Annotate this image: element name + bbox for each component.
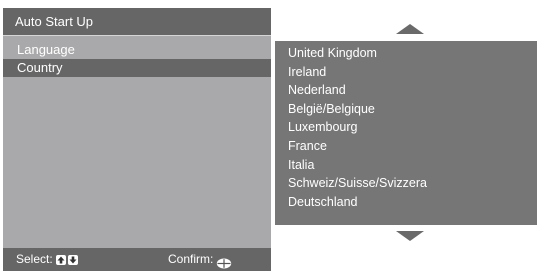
country-list: United Kingdom Ireland Nederland België/… bbox=[275, 41, 537, 225]
confirm-label: Confirm: bbox=[168, 252, 214, 266]
country-option-nederland[interactable]: Nederland bbox=[288, 81, 537, 100]
country-option-italia[interactable]: Italia bbox=[288, 156, 537, 175]
confirm-hint: Confirm: bbox=[168, 248, 232, 271]
country-option-france[interactable]: France bbox=[288, 137, 537, 156]
menu-item-language[interactable]: Language bbox=[3, 41, 271, 59]
select-label: Select: bbox=[16, 252, 53, 266]
country-option-united-kingdom[interactable]: United Kingdom bbox=[288, 44, 537, 63]
page-title: Auto Start Up bbox=[3, 8, 271, 35]
up-arrow-key-icon bbox=[55, 254, 66, 265]
triangle-down-icon[interactable] bbox=[396, 231, 424, 241]
enter-key-icon bbox=[216, 254, 232, 269]
country-option-luxembourg[interactable]: Luxembourg bbox=[288, 118, 537, 137]
country-option-ireland[interactable]: Ireland bbox=[288, 63, 537, 82]
country-option-deutschland[interactable]: Deutschland bbox=[288, 193, 537, 212]
country-option-switzerland[interactable]: Schweiz/Suisse/Svizzera bbox=[288, 174, 537, 193]
select-hint: Select: bbox=[16, 248, 80, 271]
country-option-belgium[interactable]: België/Belgique bbox=[288, 100, 537, 119]
down-arrow-key-icon bbox=[67, 254, 78, 265]
menu-item-country[interactable]: Country bbox=[3, 59, 271, 77]
settings-menu: Language Country bbox=[3, 35, 271, 248]
triangle-up-icon[interactable] bbox=[396, 24, 424, 34]
footer-hints: Select: Confirm: bbox=[3, 248, 271, 271]
